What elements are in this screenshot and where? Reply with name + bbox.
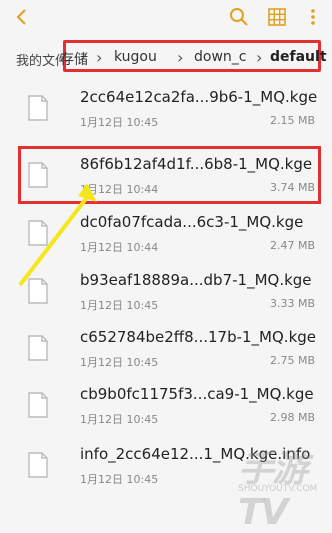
breadcrumb-item-kugou[interactable]: kugou	[114, 49, 157, 65]
file-icon	[26, 451, 50, 479]
more-icon[interactable]	[302, 6, 324, 28]
file-row[interactable]: 2cc64e12ca2fa...9b6-1_MQ.kge 1月12日 10:45 2…	[0, 78, 332, 142]
file-icon	[26, 391, 50, 419]
file-name: c652784be2ff8...17b-1_MQ.kge	[80, 328, 317, 346]
file-date: 1月12日 10:45	[80, 413, 159, 426]
file-size: 3.33 MB	[269, 297, 315, 310]
file-row[interactable]: b93eaf18889a...db7-1_MQ.kge 1月12日 10:45 3.…	[0, 261, 332, 325]
breadcrumb-item-storage[interactable]: 存储	[60, 49, 88, 69]
file-icon	[26, 219, 50, 247]
file-row[interactable]: cb9b0fc1175f3...ca9-1_MQ.kge 1月12日 10:45 2…	[0, 375, 332, 439]
file-icon	[26, 277, 50, 305]
file-date: 1月12日 10:45	[80, 356, 159, 369]
file-name: info_2cc64e12...1_MQ.kge.info	[80, 445, 311, 463]
file-row[interactable]: info_2cc64e12...1_MQ.kge.info 1月12日 10:45	[0, 435, 332, 499]
file-row[interactable]: c652784be2ff8...17b-1_MQ.kge 1月12日 10:45 2…	[0, 318, 332, 382]
file-date: 1月12日 10:45	[80, 299, 159, 312]
file-name: dc0fa07fcada...6c3-1_MQ.kge	[80, 213, 304, 231]
file-icon	[26, 334, 50, 362]
file-date: 1月12日 10:44	[80, 241, 159, 254]
file-size: 2.15 MB	[269, 114, 315, 127]
breadcrumb-item-down-c[interactable]: down_c	[194, 49, 246, 65]
chevron-right-icon: ›	[256, 48, 263, 67]
file-row[interactable]: dc0fa07fcada...6c3-1_MQ.kge 1月12日 10:44 2.…	[0, 203, 332, 267]
breadcrumb-path-highlight: 存储 › kugou › down_c › default	[60, 40, 327, 72]
highlight-box	[18, 146, 321, 204]
file-name: cb9b0fc1175f3...ca9-1_MQ.kge	[80, 385, 314, 403]
breadcrumb: 我的文件 存储 › kugou › down_c › default	[0, 40, 332, 74]
file-date: 1月12日 10:45	[80, 116, 159, 129]
grid-view-icon[interactable]	[266, 6, 288, 28]
file-icon	[26, 94, 50, 122]
file-size: 2.47 MB	[269, 239, 315, 252]
chevron-right-icon: ›	[177, 48, 184, 67]
search-icon[interactable]	[228, 6, 250, 28]
file-name: 2cc64e12ca2fa...9b6-1_MQ.kge	[80, 88, 318, 106]
file-size: 2.98 MB	[269, 411, 315, 424]
file-name: b93eaf18889a...db7-1_MQ.kge	[80, 271, 312, 289]
file-size: 2.75 MB	[269, 354, 315, 367]
file-date: 1月12日 10:45	[80, 473, 159, 486]
top-toolbar	[0, 0, 332, 34]
chevron-right-icon: ›	[96, 48, 103, 67]
back-icon[interactable]	[12, 6, 32, 28]
breadcrumb-item-default[interactable]: default	[270, 49, 327, 65]
